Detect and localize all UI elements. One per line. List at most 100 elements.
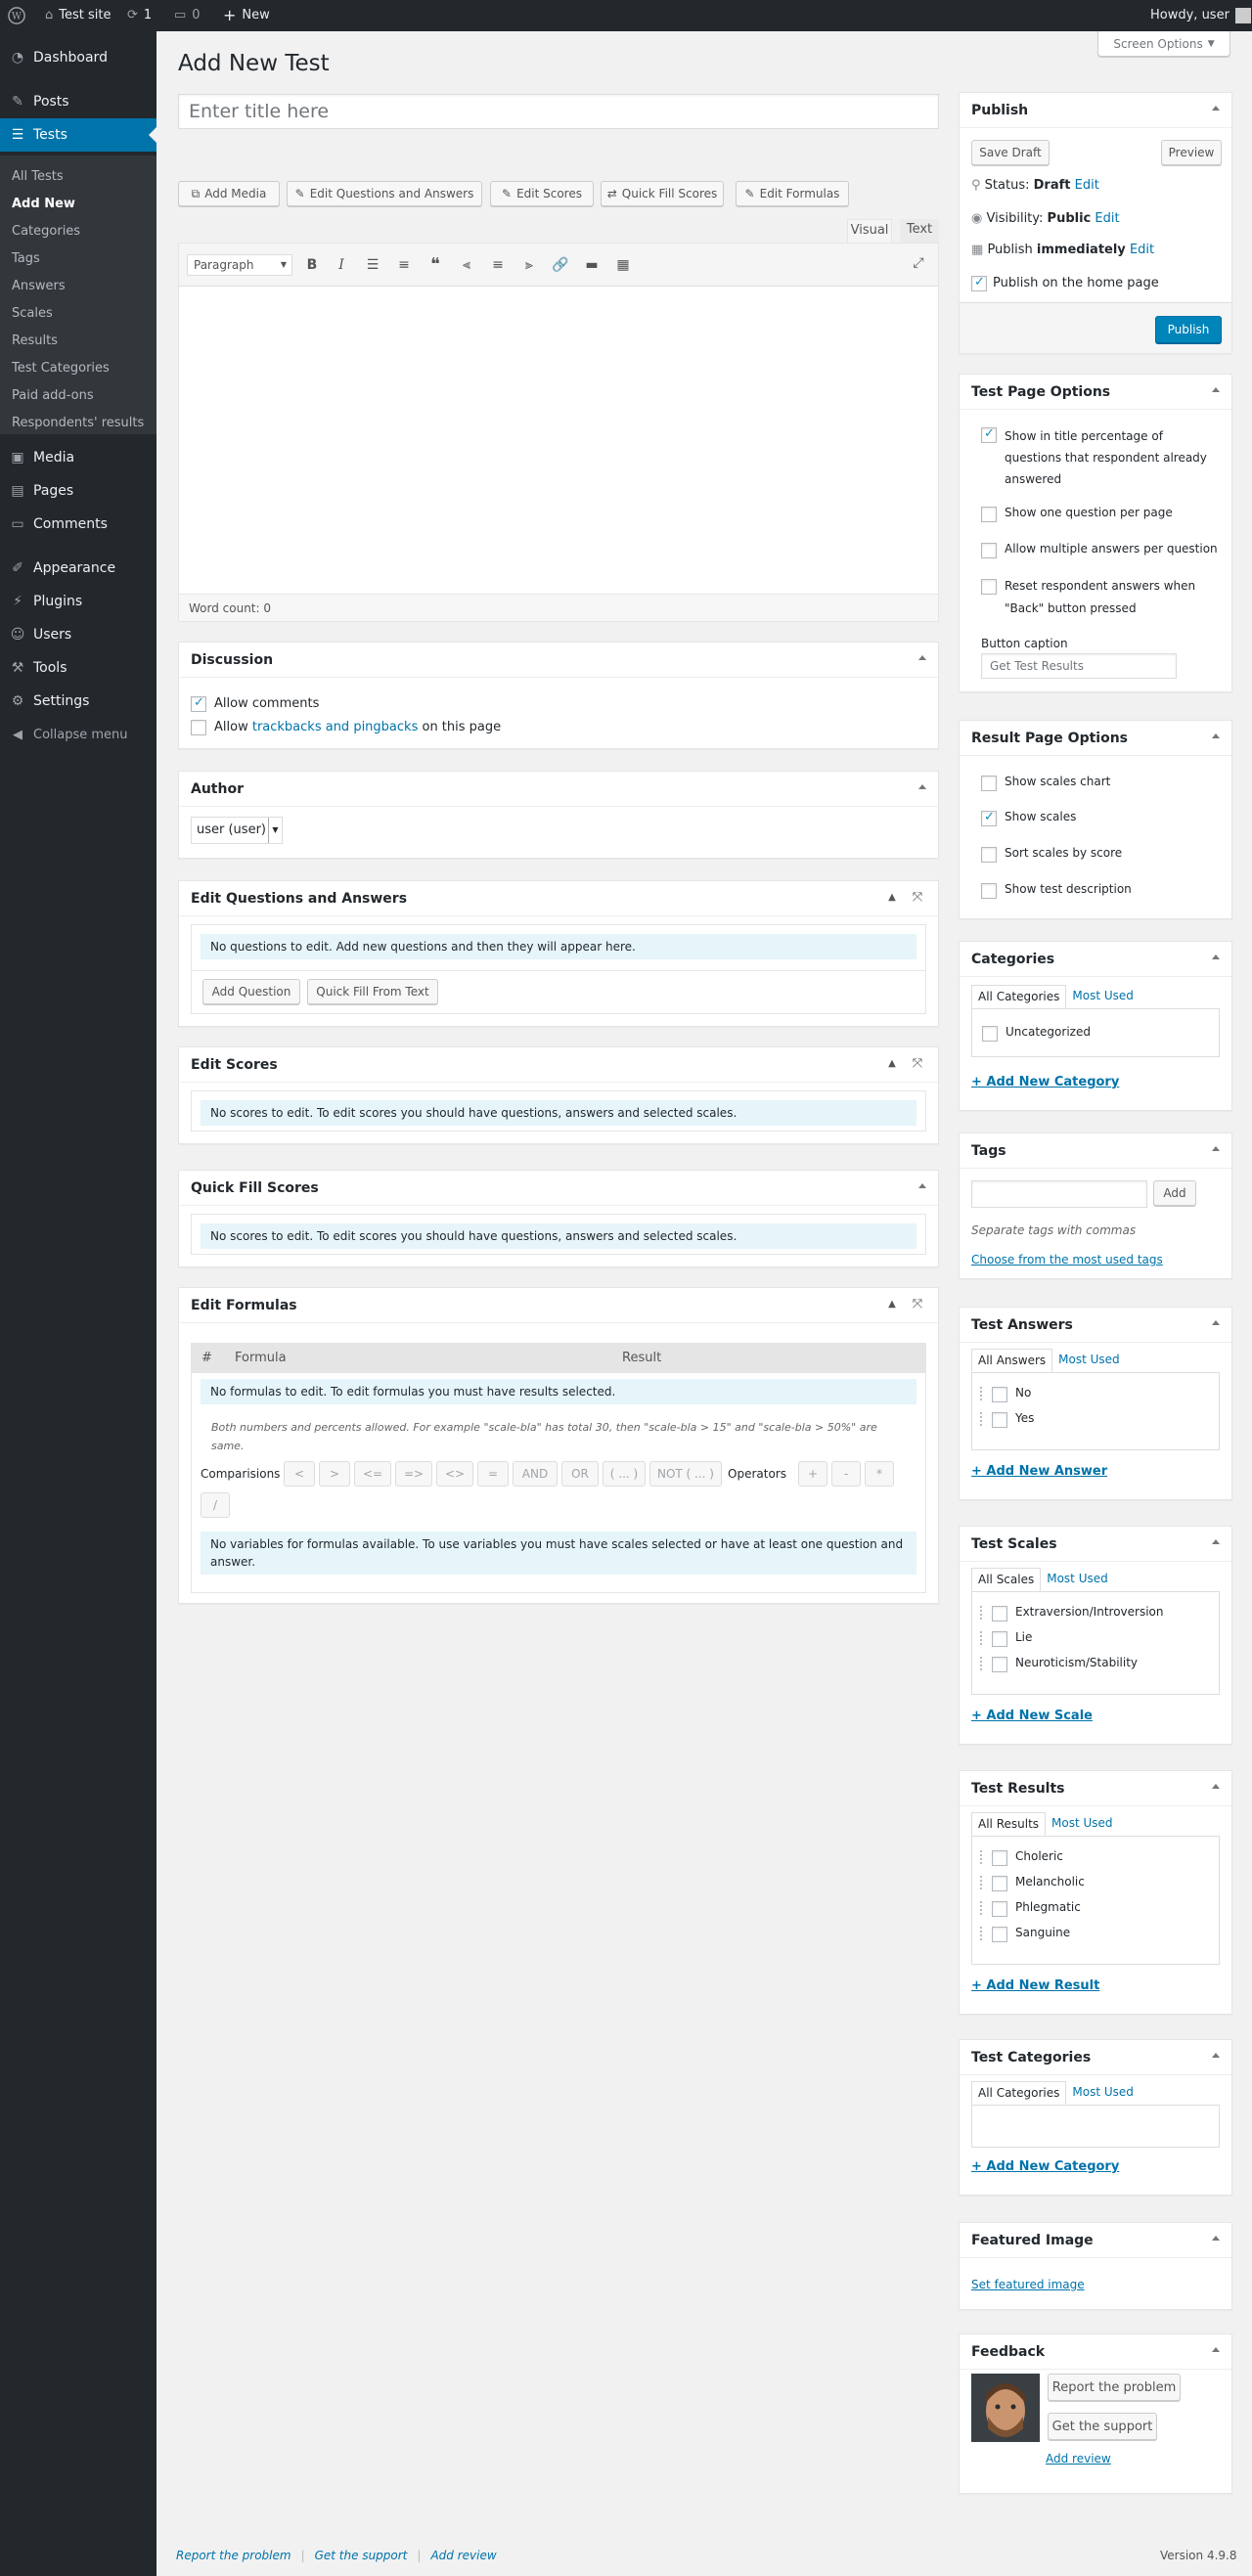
result-page-options-title[interactable]: Result Page Options xyxy=(960,721,1231,756)
edit-questions-title[interactable]: Edit Questions and Answers xyxy=(179,881,938,916)
tab-most-used[interactable]: Most Used xyxy=(1052,1349,1126,1372)
category-checkbox[interactable] xyxy=(982,1026,998,1042)
editor-content-area[interactable] xyxy=(179,287,938,594)
op-lte[interactable]: <= xyxy=(354,1461,391,1487)
fullscreen-icon[interactable]: ⤢ xyxy=(909,253,928,273)
set-featured-image-link[interactable]: Set featured image xyxy=(971,2278,1085,2291)
bullet-list-icon[interactable]: ☰ xyxy=(363,255,382,275)
choose-tags-link[interactable]: Choose from the most used tags xyxy=(971,1253,1163,1266)
toggle-arrow-icon[interactable] xyxy=(1212,733,1220,738)
align-center-icon[interactable]: ≡ xyxy=(488,255,508,275)
drag-handle-icon[interactable] xyxy=(980,1412,984,1426)
drag-handle-icon[interactable] xyxy=(980,1387,984,1400)
edit-formulas-title[interactable]: Edit Formulas xyxy=(179,1288,938,1323)
tab-all-results[interactable]: All Results xyxy=(971,1812,1047,1836)
collapse-icon[interactable]: ▲ xyxy=(885,1298,899,1311)
op-multiply[interactable]: * xyxy=(865,1461,894,1487)
answer-checkbox[interactable] xyxy=(992,1412,1007,1428)
site-name-link[interactable]: ⌂ Test site xyxy=(45,0,111,31)
quote-icon[interactable]: ❝ xyxy=(425,255,445,275)
add-question-button[interactable]: Add Question xyxy=(202,979,300,1004)
button-caption-input[interactable]: Get Test Results xyxy=(981,653,1177,679)
toggle-arrow-icon[interactable] xyxy=(1212,1539,1220,1544)
toggle-arrow-icon[interactable] xyxy=(1212,1784,1220,1789)
toggle-arrow-icon[interactable] xyxy=(1212,2347,1220,2352)
menu-item-plugins[interactable]: ⚡ Plugins xyxy=(0,585,156,618)
footer-support-link[interactable]: Get the support xyxy=(315,2549,408,2562)
updates-link[interactable]: ⟳ 1 xyxy=(127,0,152,31)
drag-handle-icon[interactable] xyxy=(980,1850,984,1864)
op-or[interactable]: OR xyxy=(561,1461,599,1487)
add-media-button[interactable]: ⧉ Add Media xyxy=(178,181,280,206)
submenu-add-new[interactable]: Add New xyxy=(12,197,75,211)
save-draft-button[interactable]: Save Draft xyxy=(971,140,1050,165)
menu-item-tools[interactable]: ⚒ Tools xyxy=(0,651,156,685)
submenu-respondents-results[interactable]: Respondents' results xyxy=(12,416,144,430)
edit-formulas-button[interactable]: ✎ Edit Formulas xyxy=(736,181,849,206)
edit-date-link[interactable]: Edit xyxy=(1130,243,1154,257)
submenu-results[interactable]: Results xyxy=(12,333,58,348)
bold-icon[interactable]: B xyxy=(302,255,322,275)
tab-all-categories[interactable]: All Categories xyxy=(971,985,1067,1008)
allow-comments-checkbox[interactable] xyxy=(191,695,206,712)
drag-handle-icon[interactable] xyxy=(980,1631,984,1645)
menu-item-posts[interactable]: ✎ Posts xyxy=(0,85,156,118)
test-page-options-title[interactable]: Test Page Options xyxy=(960,375,1231,410)
test-results-title[interactable]: Test Results xyxy=(960,1771,1231,1806)
get-support-button[interactable]: Get the support xyxy=(1048,2413,1157,2440)
op-and[interactable]: AND xyxy=(513,1461,558,1487)
menu-item-dashboard[interactable]: ◔ Dashboard xyxy=(0,41,156,74)
tab-most-used[interactable]: Most Used xyxy=(1066,2081,1140,2105)
edit-status-link[interactable]: Edit xyxy=(1075,178,1099,193)
result-checkbox[interactable] xyxy=(992,1901,1007,1917)
test-answers-title[interactable]: Test Answers xyxy=(960,1308,1231,1343)
quick-fill-scores-title[interactable]: Quick Fill Scores xyxy=(179,1171,938,1206)
drag-handle-icon[interactable] xyxy=(980,1606,984,1620)
author-select[interactable]: user (user) ▼ xyxy=(191,817,283,844)
toggle-arrow-icon[interactable] xyxy=(1212,955,1220,959)
menu-item-pages[interactable]: ▤ Pages xyxy=(0,474,156,508)
screen-options-button[interactable]: Screen Options ▼ xyxy=(1097,31,1230,57)
toggle-arrow-icon[interactable] xyxy=(918,1183,926,1188)
one-question-checkbox[interactable] xyxy=(981,507,997,522)
tab-all-answers[interactable]: All Answers xyxy=(971,1349,1053,1372)
trackbacks-link[interactable]: trackbacks and pingbacks xyxy=(252,720,419,734)
submenu-scales[interactable]: Scales xyxy=(12,306,53,321)
submenu-test-categories[interactable]: Test Categories xyxy=(12,361,110,376)
op-gte[interactable]: => xyxy=(395,1461,432,1487)
op-parens[interactable]: ( ... ) xyxy=(603,1461,646,1487)
reset-answers-checkbox[interactable] xyxy=(981,579,997,595)
op-gt[interactable]: > xyxy=(319,1461,350,1487)
collapse-menu-button[interactable]: ◀ Collapse menu xyxy=(0,718,156,751)
toggle-arrow-icon[interactable] xyxy=(1212,387,1220,392)
scale-checkbox[interactable] xyxy=(992,1631,1007,1647)
link-icon[interactable]: 🔗 xyxy=(551,255,570,275)
add-tag-button[interactable]: Add xyxy=(1153,1180,1196,1206)
show-scales-chart-checkbox[interactable] xyxy=(981,776,997,791)
op-neq[interactable]: <> xyxy=(436,1461,473,1487)
categories-title[interactable]: Categories xyxy=(960,942,1231,977)
edit-scores-title[interactable]: Edit Scores xyxy=(179,1047,938,1083)
menu-item-settings[interactable]: ⚙ Settings xyxy=(0,685,156,718)
toggle-arrow-icon[interactable] xyxy=(1212,106,1220,111)
publish-button[interactable]: Publish xyxy=(1155,316,1222,343)
tab-most-used[interactable]: Most Used xyxy=(1066,985,1140,1008)
multiple-answers-checkbox[interactable] xyxy=(981,543,997,558)
report-problem-button[interactable]: Report the problem xyxy=(1048,2374,1181,2401)
account-menu[interactable]: Howdy, user xyxy=(1150,0,1251,31)
align-left-icon[interactable]: ⫷ xyxy=(457,255,476,275)
submenu-all-tests[interactable]: All Tests xyxy=(12,169,64,184)
feedback-title[interactable]: Feedback xyxy=(960,2334,1231,2370)
discussion-title[interactable]: Discussion xyxy=(179,643,938,678)
collapse-icon[interactable]: ▲ xyxy=(885,1057,899,1071)
submenu-paid-addons[interactable]: Paid add-ons xyxy=(12,388,94,403)
result-checkbox[interactable] xyxy=(992,1850,1007,1866)
tags-title[interactable]: Tags xyxy=(960,1133,1231,1169)
title-input[interactable]: Enter title here xyxy=(178,94,939,129)
answer-checkbox[interactable] xyxy=(992,1387,1007,1402)
menu-item-media[interactable]: ▣ Media xyxy=(0,441,156,474)
tab-text[interactable]: Text xyxy=(900,219,939,243)
submenu-tags[interactable]: Tags xyxy=(12,251,40,266)
scale-checkbox[interactable] xyxy=(992,1606,1007,1621)
add-new-answer-link[interactable]: + Add New Answer xyxy=(971,1464,1107,1479)
